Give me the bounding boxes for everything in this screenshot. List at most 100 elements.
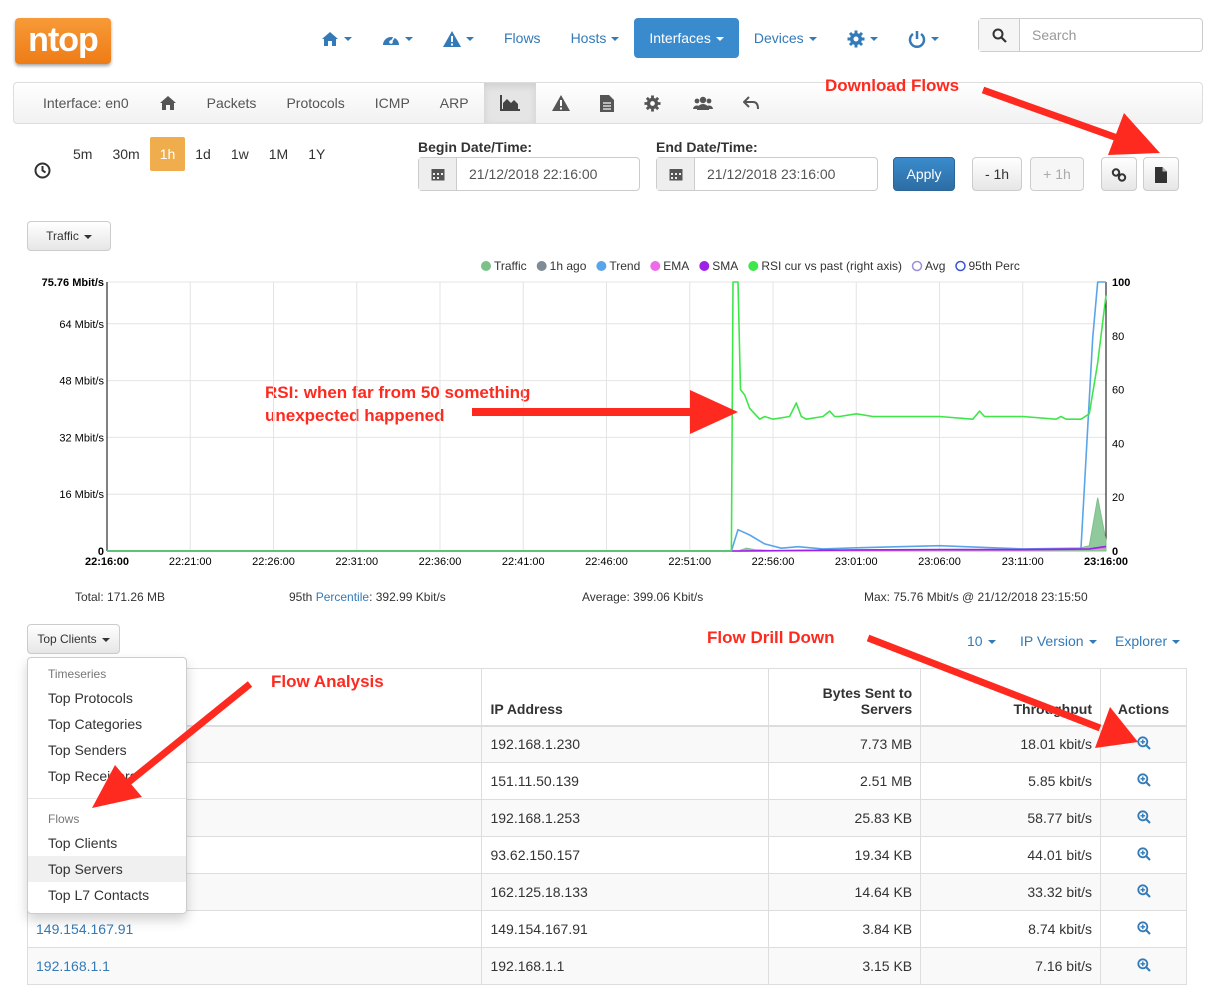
nav-dashboard[interactable] — [367, 18, 428, 58]
percentile-link[interactable]: Percentile — [316, 590, 369, 604]
table-row: 192.168.1.230 7.73 MB 18.01 kbit/s — [26, 725, 1187, 763]
menu-top-senders[interactable]: Top Senders — [28, 737, 186, 763]
zoom-in-icon[interactable] — [1136, 883, 1151, 898]
throughput-cell: 8.74 kbit/s — [920, 910, 1101, 948]
host-link[interactable]: 149.154.167.91 — [36, 921, 133, 937]
host-link[interactable]: 192.168.1.1 — [36, 958, 110, 974]
zoom-1Y[interactable]: 1Y — [298, 137, 335, 171]
actions-cell — [1100, 947, 1187, 985]
zoom-in-icon[interactable] — [1136, 809, 1151, 824]
menu-top-receivers[interactable]: Top Receivers — [28, 763, 186, 789]
area-chart-icon — [499, 95, 520, 111]
timeseries-selector[interactable]: Traffic — [27, 221, 111, 251]
nav-settings[interactable] — [832, 18, 893, 58]
subnav-details[interactable] — [586, 83, 628, 123]
actions-cell — [1100, 873, 1187, 911]
legend-label: EMA — [663, 259, 689, 273]
stat-average: Average: 399.06 Kbit/s — [582, 590, 704, 604]
subnav-charts[interactable] — [483, 83, 536, 123]
gear-icon — [847, 30, 865, 48]
y2-tick-label: 100 — [1112, 277, 1130, 289]
nav-devices[interactable]: Devices — [739, 18, 832, 58]
y2-tick-label: 40 — [1112, 438, 1124, 450]
subnav-arp[interactable]: ARP — [425, 83, 484, 123]
legend-marker — [911, 260, 923, 272]
legend-label: Trend — [609, 259, 640, 273]
zoom-1w[interactable]: 1w — [221, 137, 259, 171]
search-input[interactable]: Search — [1020, 19, 1202, 51]
ip-address-cell: 192.168.1.253 — [481, 799, 770, 837]
menu-top-categories[interactable]: Top Categories — [28, 711, 186, 737]
ip-version-selector[interactable]: IP Version — [1020, 633, 1097, 649]
actions-cell — [1100, 799, 1187, 837]
explorer-selector[interactable]: Explorer — [1115, 633, 1181, 649]
legend-marker — [536, 261, 547, 271]
col-bytes-sent[interactable]: Bytes Sent to Servers — [768, 668, 922, 727]
nav-power[interactable] — [893, 18, 954, 58]
apply-button[interactable]: Apply — [893, 157, 955, 191]
y-tick-label: 16 Mbit/s — [59, 489, 104, 501]
subnav-alerts[interactable] — [536, 83, 586, 123]
zoom-in-icon[interactable] — [1136, 846, 1151, 861]
zoom-in-icon[interactable] — [1136, 920, 1151, 935]
legend-marker — [596, 261, 607, 271]
subnav-hosts-pool[interactable] — [677, 83, 729, 123]
table-row: twebnet.it 93.62.150.157 19.34 KB 44.01 … — [26, 836, 1187, 874]
nav-alerts[interactable] — [428, 18, 489, 58]
minus-1h-button[interactable]: - 1h — [972, 157, 1022, 191]
calendar-icon[interactable] — [657, 158, 695, 190]
nav-interfaces[interactable]: Interfaces — [634, 18, 739, 58]
begin-date-field[interactable]: 21/12/2018 22:16:00 — [418, 157, 640, 191]
plus-1h-button[interactable]: + 1h — [1030, 157, 1084, 191]
bytes-sent-cell: 3.15 KB — [768, 947, 922, 985]
zoom-1M[interactable]: 1M — [259, 137, 298, 171]
y2-tick-label: 20 — [1112, 492, 1124, 504]
menu-top-protocols[interactable]: Top Protocols — [28, 685, 186, 711]
dropdown-header-flows: Flows — [48, 812, 80, 826]
y-tick-label: 32 Mbit/s — [59, 432, 104, 444]
zoom-1h[interactable]: 1h — [149, 137, 186, 171]
col-throughput[interactable]: Throughput — [920, 668, 1101, 727]
menu-top-clients[interactable]: Top Clients — [28, 830, 186, 856]
ntop-logo[interactable]: ntop — [15, 18, 111, 64]
subnav-protocols[interactable]: Protocols — [271, 83, 359, 123]
top-clients-dropdown-button[interactable]: Top Clients — [27, 624, 120, 654]
bytes-sent-cell: 14.64 KB — [768, 873, 922, 911]
menu-top-servers[interactable]: Top Servers — [28, 856, 186, 882]
bytes-sent-cell: 7.73 MB — [768, 725, 922, 763]
download-flows-button[interactable] — [1143, 157, 1179, 191]
dashboard-icon — [383, 35, 399, 46]
nav-home[interactable] — [306, 18, 367, 58]
zoom-in-icon[interactable] — [1136, 957, 1151, 972]
main-nav: Flows Hosts Interfaces Devices — [306, 18, 954, 58]
page-size-selector[interactable]: 10 — [967, 633, 996, 649]
actions-cell — [1100, 762, 1187, 800]
x-tick-label: 22:21:00 — [169, 556, 212, 568]
zoom-5m[interactable]: 5m — [63, 137, 102, 171]
subnav-settings[interactable] — [628, 83, 677, 123]
col-ip-address[interactable]: IP Address — [481, 668, 770, 727]
end-date-value[interactable]: 21/12/2018 23:16:00 — [695, 158, 835, 190]
throughput-cell: 5.85 kbit/s — [920, 762, 1101, 800]
ip-address-cell: 162.125.18.133 — [481, 873, 770, 911]
begin-date-value[interactable]: 21/12/2018 22:16:00 — [457, 158, 597, 190]
menu-top-l7-contacts[interactable]: Top L7 Contacts — [28, 882, 186, 908]
permalink-button[interactable] — [1101, 157, 1137, 191]
nav-flows[interactable]: Flows — [489, 18, 556, 58]
subnav-back[interactable] — [729, 83, 773, 123]
x-tick-label: 23:01:00 — [835, 556, 878, 568]
end-date-field[interactable]: 21/12/2018 23:16:00 — [656, 157, 878, 191]
search-box: Search — [978, 18, 1203, 52]
zoom-30m[interactable]: 30m — [102, 137, 149, 171]
subnav-icmp[interactable]: ICMP — [360, 83, 425, 123]
nav-hosts[interactable]: Hosts — [556, 18, 635, 58]
subnav-home[interactable] — [144, 83, 192, 123]
search-button[interactable] — [979, 19, 1020, 51]
subnav-packets[interactable]: Packets — [192, 83, 272, 123]
legend-label: Avg — [925, 259, 945, 273]
zoom-1d[interactable]: 1d — [185, 137, 221, 171]
legend-label: SMA — [712, 259, 738, 273]
zoom-in-icon[interactable] — [1136, 736, 1151, 750]
zoom-in-icon[interactable] — [1136, 772, 1151, 787]
calendar-icon[interactable] — [419, 158, 457, 190]
